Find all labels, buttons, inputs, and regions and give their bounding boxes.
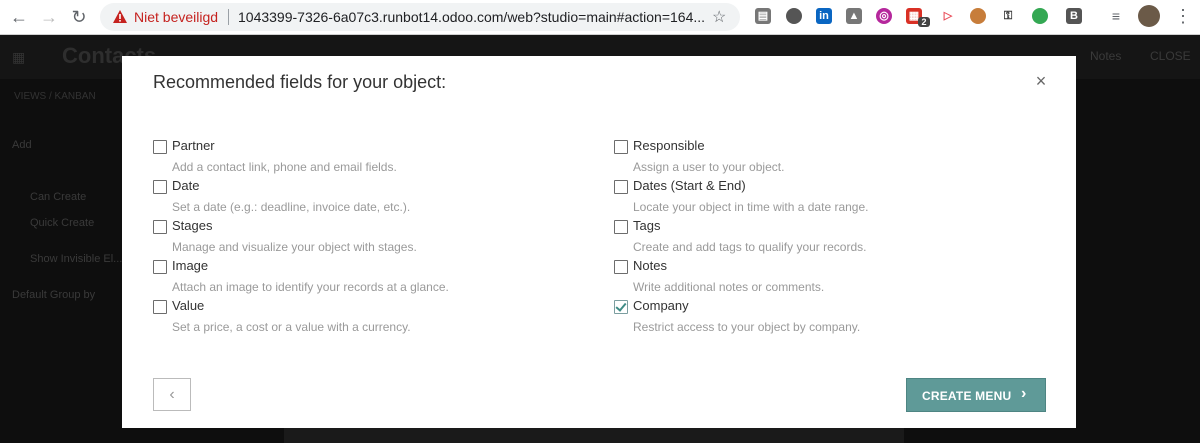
extension-badge: 2 <box>918 17 930 27</box>
more-menu-icon[interactable]: ⋮ <box>1174 5 1192 27</box>
sidebar-can-create: Can Create <box>30 191 87 203</box>
field-label: Responsible <box>633 138 705 153</box>
chevron-right-icon: › <box>1021 385 1027 402</box>
omnibox-separator <box>228 9 229 25</box>
checkbox[interactable] <box>614 140 628 154</box>
field-label: Company <box>633 298 689 313</box>
warning-icon <box>113 10 127 23</box>
close-icon[interactable]: × <box>1032 71 1050 91</box>
field-description: Manage and visualize your object with st… <box>172 240 417 254</box>
field-description: Assign a user to your object. <box>633 160 785 174</box>
field-label: Image <box>172 258 209 273</box>
sidebar-quick-create: Quick Create <box>30 217 95 229</box>
security-label[interactable]: Niet beveiligd <box>134 9 218 25</box>
linkedin-icon[interactable]: in <box>816 8 832 24</box>
avatar[interactable] <box>1138 5 1160 27</box>
sidebar-add: Add <box>12 139 32 151</box>
apps-grid-icon: ▦ <box>12 49 26 65</box>
sidebar-show-invisible: Show Invisible El... <box>30 253 123 265</box>
feed-icon[interactable]: ▤ <box>755 8 771 24</box>
checkbox[interactable] <box>614 220 628 234</box>
video-icon[interactable]: ▷ <box>940 8 956 24</box>
field-description: Set a price, a cost or a value with a cu… <box>172 320 411 334</box>
checkbox[interactable] <box>614 180 628 194</box>
leaf-icon[interactable] <box>1032 8 1048 24</box>
field-description: Locate your object in time with a date r… <box>633 200 869 214</box>
field-label: Partner <box>172 138 215 153</box>
field-description: Create and add tags to qualify your reco… <box>633 240 867 254</box>
checkbox[interactable] <box>153 140 167 154</box>
field-description: Attach an image to identify your records… <box>172 280 449 294</box>
b-icon[interactable]: B <box>1066 8 1082 24</box>
modal-title: Recommended fields for your object: <box>153 72 447 92</box>
camera-icon[interactable]: ◎ <box>876 8 892 24</box>
field-label: Dates (Start & End) <box>633 178 746 193</box>
field-label: Stages <box>172 218 213 233</box>
browser-toolbar: ← → ↻ Niet beveiligd 1043399-7326-6a07c3… <box>0 0 1200 35</box>
field-label: Tags <box>633 218 661 233</box>
back-arrow-icon[interactable]: ← <box>8 6 30 28</box>
key-icon[interactable]: ⚿ <box>1000 8 1016 24</box>
checkbox[interactable] <box>153 300 167 314</box>
close-link: CLOSE <box>1150 49 1191 63</box>
field-description: Write additional notes or comments. <box>633 280 825 294</box>
checkbox[interactable] <box>153 220 167 234</box>
checkbox[interactable] <box>153 180 167 194</box>
url-text[interactable]: 1043399-7326-6a07c3.runbot14.odoo.com/we… <box>238 9 705 25</box>
breadcrumb: VIEWS / KANBAN <box>14 91 96 102</box>
field-description: Set a date (e.g.: deadline, invoice date… <box>172 200 411 214</box>
bookmark-star-icon[interactable]: ☆ <box>712 7 726 27</box>
field-label: Date <box>172 178 200 193</box>
field-description: Add a contact link, phone and email fiel… <box>172 160 397 174</box>
sidebar-default-group-by: Default Group by <box>12 289 96 301</box>
address-bar[interactable]: Niet beveiligd 1043399-7326-6a07c3.runbo… <box>100 3 740 31</box>
checkbox-checked[interactable] <box>614 300 628 314</box>
kanban-stage <box>284 427 904 443</box>
field-description: Restrict access to your object by compan… <box>633 320 861 334</box>
notes-link: Notes <box>1090 49 1122 63</box>
checkbox[interactable] <box>153 260 167 274</box>
checkbox[interactable] <box>614 260 628 274</box>
create-menu-label: CREATE MENU <box>922 389 1012 403</box>
recommended-fields-modal: Recommended fields for your object: × Pa… <box>122 56 1076 428</box>
drive-icon[interactable]: ▲ <box>846 8 862 24</box>
create-menu-button[interactable]: CREATE MENU › <box>906 378 1046 412</box>
forward-arrow-icon[interactable]: → <box>38 6 60 28</box>
field-label: Value <box>172 298 205 313</box>
evernote-icon[interactable] <box>786 8 802 24</box>
monk-icon[interactable] <box>970 8 986 24</box>
reload-icon[interactable]: ↻ <box>68 6 90 28</box>
back-button[interactable]: ‹ <box>153 378 191 411</box>
media-icon[interactable]: ≡ <box>1108 8 1124 24</box>
field-label: Notes <box>633 258 667 273</box>
